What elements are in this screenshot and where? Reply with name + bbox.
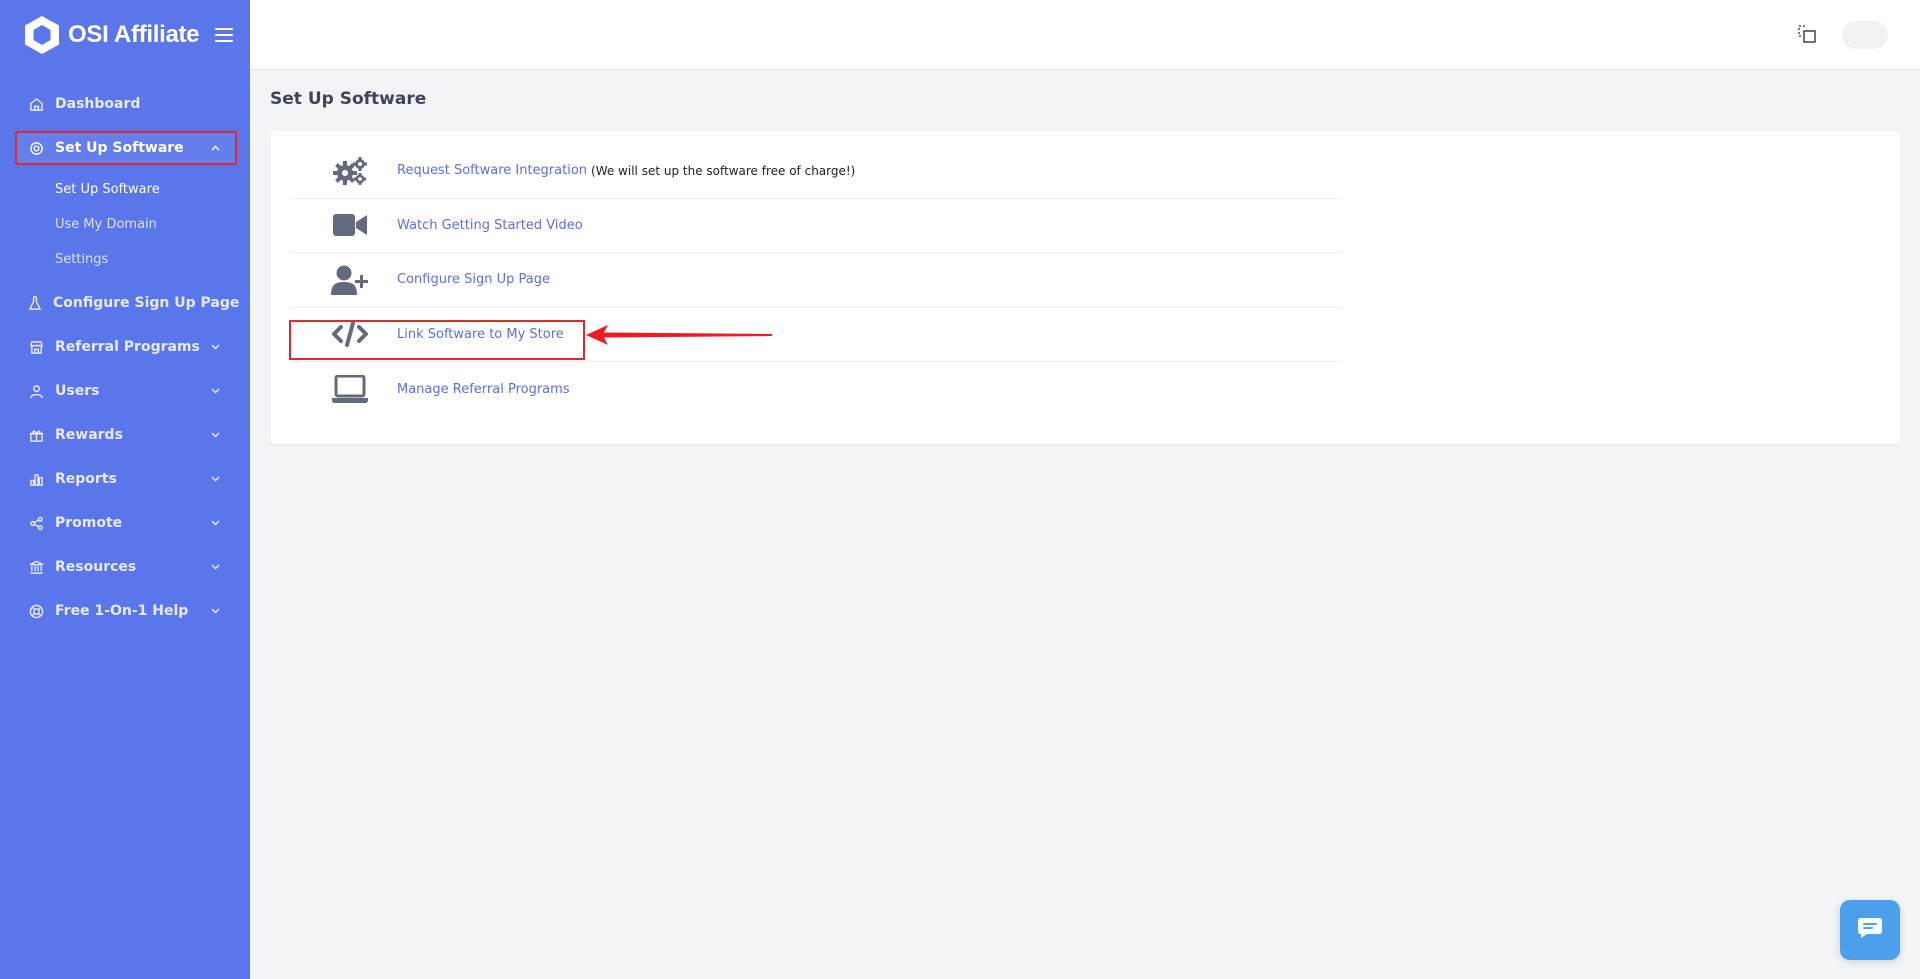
manage-referral-programs-link[interactable]: Manage Referral Programs: [397, 382, 570, 397]
request-software-integration-link[interactable]: Request Software Integration: [397, 163, 587, 178]
submenu-item-set-up-software[interactable]: Set Up Software: [0, 172, 250, 207]
submenu-item-settings[interactable]: Settings: [0, 242, 250, 277]
chat-button[interactable]: [1840, 900, 1900, 960]
user-plus-icon: [312, 265, 388, 295]
annotation-arrow-icon: [586, 325, 772, 345]
chevron-down-icon: [210, 562, 220, 572]
annotation-highlight-box: [289, 320, 585, 360]
chevron-down-icon: [210, 518, 220, 528]
home-icon: [28, 96, 44, 112]
gear-icon: [28, 140, 44, 156]
setup-list: Request Software Integration (We will se…: [290, 144, 1342, 417]
gears-icon: [312, 156, 388, 186]
list-item: Request Software Integration (We will se…: [290, 144, 1342, 199]
chevron-down-icon: [210, 430, 220, 440]
sidebar-item-set-up-software[interactable]: Set Up Software: [0, 126, 250, 170]
list-item: Configure Sign Up Page: [290, 253, 1342, 308]
sidebar-item-resources[interactable]: Resources: [0, 545, 250, 589]
chevron-down-icon: [210, 386, 220, 396]
flask-icon: [28, 295, 42, 311]
watch-getting-started-video-link[interactable]: Watch Getting Started Video: [397, 218, 583, 233]
sidebar-item-label: Resources: [55, 559, 137, 575]
chevron-down-icon: [210, 606, 220, 616]
store-icon: [28, 339, 44, 355]
sidebar-item-reports[interactable]: Reports: [0, 457, 250, 501]
sidebar-item-configure-sign-up-page[interactable]: Configure Sign Up Page: [0, 281, 250, 325]
sidebar-item-label: Dashboard: [55, 96, 141, 112]
gift-icon: [28, 427, 44, 443]
sidebar-item-rewards[interactable]: Rewards: [0, 413, 250, 457]
sidebar-nav: Dashboard Set Up Software Set Up Softwar…: [0, 82, 250, 633]
sidebar-item-dashboard[interactable]: Dashboard: [0, 82, 250, 126]
brand: OSI Affiliate: [0, 0, 250, 70]
submenu-item-use-my-domain[interactable]: Use My Domain: [0, 207, 250, 242]
chevron-up-icon: [210, 143, 220, 153]
configure-sign-up-page-link[interactable]: Configure Sign Up Page: [397, 272, 550, 287]
sidebar-item-free-help[interactable]: Free 1-On-1 Help: [0, 589, 250, 633]
avatar[interactable]: [1842, 21, 1888, 49]
user-icon: [28, 383, 44, 399]
hamburger-menu-icon[interactable]: [215, 28, 234, 42]
chevron-down-icon: [210, 474, 220, 484]
sidebar-item-label: Reports: [55, 471, 117, 487]
share-icon: [28, 515, 44, 531]
sidebar-item-label: Rewards: [55, 427, 123, 443]
submenu-set-up-software: Set Up Software Use My Domain Settings: [0, 170, 250, 281]
video-camera-icon: [312, 214, 388, 237]
chevron-down-icon: [210, 342, 220, 352]
list-item: Manage Referral Programs: [290, 362, 1342, 417]
page-title: Set Up Software: [270, 89, 427, 109]
topbar: [250, 0, 1920, 70]
sidebar-item-promote[interactable]: Promote: [0, 501, 250, 545]
lifebuoy-icon: [28, 603, 44, 619]
laptop-icon: [312, 375, 388, 404]
sidebar-item-label: Promote: [55, 515, 123, 531]
sidebar-item-label: Users: [55, 383, 100, 399]
free-setup-note: (We will set up the software free of cha…: [591, 163, 856, 178]
bank-icon: [28, 559, 44, 575]
sidebar: OSI Affiliate Dashboard Set Up Software …: [0, 0, 250, 979]
hexagon-logo-icon: [22, 15, 62, 55]
sidebar-item-referral-programs[interactable]: Referral Programs: [0, 325, 250, 369]
sidebar-item-label: Configure Sign Up Page: [53, 295, 240, 311]
brand-name: OSI Affiliate: [68, 21, 200, 48]
list-item: Watch Getting Started Video: [290, 199, 1342, 253]
setup-card: Request Software Integration (We will se…: [270, 131, 1900, 444]
sidebar-item-users[interactable]: Users: [0, 369, 250, 413]
sidebar-item-label: Free 1-On-1 Help: [55, 603, 189, 619]
sidebar-item-label: Referral Programs: [55, 339, 200, 355]
copy-window-icon[interactable]: [1797, 24, 1817, 44]
sidebar-item-label: Set Up Software: [55, 140, 184, 156]
chat-bubble-icon: [1857, 917, 1883, 943]
bar-chart-icon: [28, 471, 44, 487]
